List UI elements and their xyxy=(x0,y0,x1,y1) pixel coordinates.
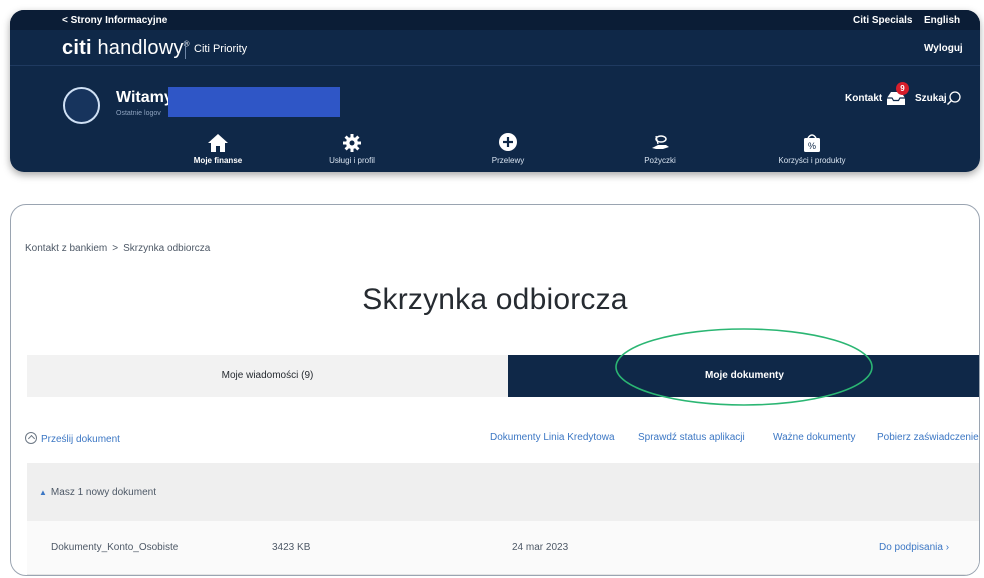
home-icon xyxy=(208,134,228,152)
contact-link[interactable]: Kontakt xyxy=(845,93,882,104)
nav-item-moje-finanse[interactable]: Moje finanse xyxy=(148,132,288,165)
svg-text:%: % xyxy=(808,141,816,151)
table-row[interactable]: Dokumenty_Konto_Osobiste 3423 KB 24 mar … xyxy=(27,521,979,575)
back-to-info-pages-link[interactable]: < Strony Informacyjne xyxy=(62,15,167,26)
nav-label: Pożyczki xyxy=(644,156,676,165)
brand-row: citi handlowy® Citi Priority Wyloguj xyxy=(10,30,980,66)
breadcrumb-current: Skrzynka odbiorcza xyxy=(123,243,211,254)
plus-circle-icon xyxy=(499,133,517,151)
document-size: 3423 KB xyxy=(272,542,311,553)
chevron-up-icon: ▲ xyxy=(39,488,47,497)
nav-item-przelewy[interactable]: Przelewy xyxy=(438,132,578,165)
breadcrumb-contact-link[interactable]: Kontakt z bankiem xyxy=(25,243,107,254)
notification-badge: 9 xyxy=(896,82,909,95)
document-name: Dokumenty_Konto_Osobiste xyxy=(51,542,179,553)
upload-icon xyxy=(25,432,37,444)
search-icon[interactable] xyxy=(946,90,962,106)
utility-bar: < Strony Informacyjne Citi Specials Engl… xyxy=(10,10,980,30)
money-hand-icon xyxy=(652,135,669,149)
nav-item-uslugi-i-profil[interactable]: Usługi i profil xyxy=(282,132,422,165)
language-link[interactable]: English xyxy=(924,15,960,26)
redacted-user-name xyxy=(168,87,340,117)
avatar[interactable] xyxy=(63,87,100,124)
gear-icon xyxy=(343,134,361,152)
search-link[interactable]: Szukaj xyxy=(915,93,947,104)
page-title: Skrzynka odbiorcza xyxy=(362,283,628,316)
citi-priority-label: Citi Priority xyxy=(194,43,248,55)
breadcrumb-separator: > xyxy=(112,243,119,254)
nav-label: Korzyści i produkty xyxy=(778,156,846,165)
breadcrumb: Kontakt z bankiem > Skrzynka odbiorcza xyxy=(25,243,210,254)
important-documents-link[interactable]: Ważne dokumenty xyxy=(773,432,855,443)
welcome-text: Witamy, xyxy=(116,89,177,106)
brand-divider xyxy=(185,41,186,59)
upload-document-link[interactable]: Prześlij dokument xyxy=(25,432,120,445)
highlight-annotation-ellipse xyxy=(615,328,873,406)
new-documents-section-header[interactable]: ▲ Masz 1 nowy dokument xyxy=(27,463,979,521)
nav-label: Przelewy xyxy=(491,156,525,165)
last-login-text: Ostatnie logov xyxy=(116,110,161,117)
download-certificate-link[interactable]: Pobierz zaświadczenie xyxy=(877,432,979,443)
section-title: ▲ Masz 1 nowy dokument xyxy=(39,487,156,498)
credit-line-documents-link[interactable]: Dokumenty Linia Kredytowa xyxy=(490,432,615,443)
to-sign-link[interactable]: Do podpisania › xyxy=(879,542,949,553)
top-header: < Strony Informacyjne Citi Specials Engl… xyxy=(10,10,980,172)
document-date: 24 mar 2023 xyxy=(512,542,569,553)
nav-label: Usługi i profil xyxy=(329,156,375,165)
nav-label: Moje finanse xyxy=(193,156,243,165)
nav-item-korzysci-i-produkty[interactable]: % Korzyści i produkty xyxy=(742,132,882,165)
citi-handlowy-logo[interactable]: citi handlowy® xyxy=(62,37,190,60)
percent-bag-icon: % xyxy=(804,134,820,152)
nav-item-pozyczki[interactable]: Pożyczki xyxy=(590,132,730,165)
check-application-status-link[interactable]: Sprawdź status aplikacji xyxy=(638,432,745,443)
tab-my-messages[interactable]: Moje wiadomości (9) xyxy=(27,355,508,397)
citi-specials-link[interactable]: Citi Specials xyxy=(853,15,912,26)
logout-link[interactable]: Wyloguj xyxy=(924,43,963,54)
inbox-panel: Kontakt z bankiem > Skrzynka odbiorcza Skr… xyxy=(10,204,980,576)
